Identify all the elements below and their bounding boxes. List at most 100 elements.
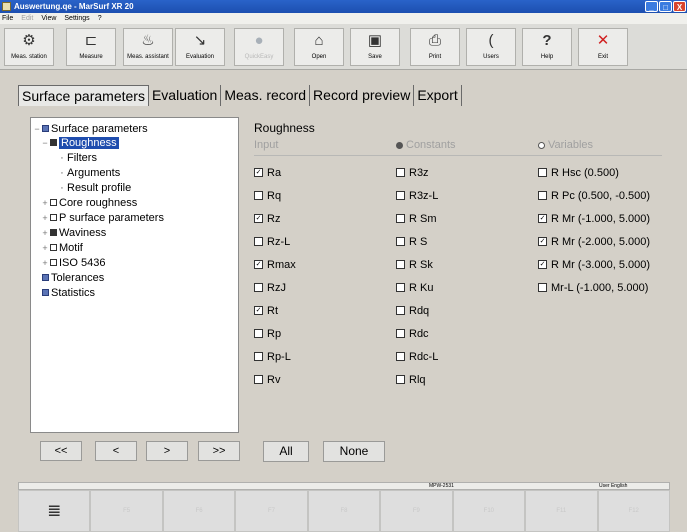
parameter-checkbox[interactable]: ✓ Rmax [254, 259, 296, 271]
menu-view[interactable]: View [41, 13, 56, 24]
fkey-f6[interactable]: F6 [162, 490, 236, 532]
tree-item-tolerances[interactable]: Tolerances [41, 271, 104, 285]
parameter-checkbox[interactable]: R3z-L [396, 190, 438, 202]
next-page-button[interactable]: > [146, 441, 188, 461]
variables-radio[interactable]: Variables [538, 139, 593, 151]
menu-edit[interactable]: Edit [21, 13, 33, 24]
save-button[interactable]: ▣ Save [350, 28, 400, 66]
expand-icon[interactable]: + [41, 241, 49, 255]
last-page-button[interactable]: >> [198, 441, 240, 461]
parameter-checkbox[interactable]: ✓ R Mr (-1.000, 5.000) [538, 213, 650, 225]
measure-button[interactable]: ⊏ Measure [66, 28, 116, 66]
parameter-checkbox[interactable]: R S [396, 236, 427, 248]
parameter-checkbox[interactable]: R Hsc (0.500) [538, 167, 619, 179]
tree-item-arguments[interactable]: · Arguments [57, 166, 120, 180]
close-button[interactable]: X [673, 1, 686, 12]
collapse-icon[interactable]: − [41, 136, 49, 150]
parameter-checkbox[interactable]: Mr-L (-1.000, 5.000) [538, 282, 648, 294]
menu-stack-button[interactable]: ≣ [18, 490, 91, 532]
user-status: User English [599, 483, 628, 489]
parameter-checkbox[interactable]: Rdc-L [396, 351, 438, 363]
fkey-f10[interactable]: F10 [452, 490, 526, 532]
tab-export[interactable]: Export [414, 85, 462, 106]
constants-radio[interactable]: Constants [396, 139, 456, 151]
parameter-checkbox[interactable]: R Sk [396, 259, 433, 271]
select-none-button[interactable]: None [323, 441, 385, 462]
exit-button[interactable]: ✕ Exit [578, 28, 628, 66]
parameter-checkbox[interactable]: RzJ [254, 282, 286, 294]
fkey-f11[interactable]: F11 [525, 490, 598, 532]
roughness-panel: Roughness Input Constants Variables ✓ Ra R… [250, 117, 670, 477]
fkey-f9[interactable]: F9 [380, 490, 453, 532]
expand-icon[interactable]: + [41, 211, 49, 225]
fkey-f8[interactable]: F8 [307, 490, 381, 532]
tab-record-preview[interactable]: Record preview [310, 85, 415, 106]
parameter-checkbox[interactable]: Rdc [396, 328, 429, 340]
toolbar: ⚙ Meas. station ⊏ Measure ♨ Meas. assistant… [0, 24, 687, 70]
parameter-checkbox[interactable]: Rq [254, 190, 281, 202]
parameter-checkbox[interactable]: ✓ Rt [254, 305, 278, 317]
collapse-icon[interactable]: − [33, 122, 41, 136]
checkbox-icon[interactable] [50, 138, 57, 146]
checkbox-icon [396, 305, 405, 315]
checkbox-icon[interactable] [50, 213, 57, 221]
prev-page-button[interactable]: < [95, 441, 137, 461]
tab-meas-record[interactable]: Meas. record [221, 85, 311, 106]
tree-item-iso-5436[interactable]: + ISO 5436 [41, 256, 105, 270]
expand-icon[interactable]: + [41, 256, 49, 270]
minimize-button[interactable]: _ [645, 1, 658, 12]
meas-station-button[interactable]: ⚙ Meas. station [4, 28, 54, 66]
checkbox-icon[interactable] [50, 198, 57, 206]
parameter-checkbox[interactable]: R Sm [396, 213, 437, 225]
parameter-checkbox[interactable]: Rlq [396, 374, 426, 386]
tree-item-surface-parameters[interactable]: − Surface parameters [33, 122, 147, 136]
parameter-checkbox[interactable]: R Ku [396, 282, 433, 294]
tree-item-motif[interactable]: + Motif [41, 241, 82, 255]
maximize-button[interactable]: □ [659, 1, 672, 12]
first-page-button[interactable]: << [40, 441, 82, 461]
tab-surface-parameters[interactable]: Surface parameters [18, 85, 149, 106]
tab-evaluation[interactable]: Evaluation [149, 85, 222, 106]
expand-icon[interactable]: + [41, 226, 49, 240]
select-all-button[interactable]: All [263, 441, 309, 462]
fkey-f12[interactable]: F12 [597, 490, 670, 532]
menu-settings[interactable]: Settings [64, 13, 89, 24]
parameter-checkbox[interactable]: Rdq [396, 305, 429, 317]
tree-item-waviness[interactable]: + Waviness [41, 226, 106, 240]
users-button[interactable]: (Users [466, 28, 516, 66]
parameter-checkbox[interactable]: ✓ R Mr (-3.000, 5.000) [538, 259, 650, 271]
checkbox-icon [538, 167, 547, 177]
fkey-f5[interactable]: F5 [90, 490, 163, 532]
checkbox-icon[interactable] [50, 243, 57, 251]
folder-icon [42, 288, 49, 296]
parameter-checkbox[interactable]: ✓ Rz [254, 213, 280, 225]
checkbox-icon[interactable] [50, 228, 57, 236]
open-button[interactable]: ⌂ Open [294, 28, 344, 66]
parameter-checkbox[interactable]: ✓ R Mr (-2.000, 5.000) [538, 236, 650, 248]
menu-help[interactable]: ? [98, 13, 102, 24]
parameter-checkbox[interactable]: R Pc (0.500, -0.500) [538, 190, 650, 202]
tree-item-roughness[interactable]: − Roughness [41, 136, 119, 150]
help-button[interactable]: ? Help [522, 28, 572, 66]
evaluation-button[interactable]: ↘ Evaluation [175, 28, 225, 66]
parameter-checkbox[interactable]: Rz-L [254, 236, 290, 248]
parameter-checkbox[interactable]: Rv [254, 374, 280, 386]
parameter-label: Rz-L [267, 236, 291, 248]
parameter-checkbox[interactable]: ✓ Ra [254, 167, 281, 179]
parameter-checkbox[interactable]: Rp-L [254, 351, 291, 363]
tree-item-result-profile[interactable]: · Result profile [57, 181, 131, 195]
print-button[interactable]: ⎙ Print [410, 28, 460, 66]
fkey-f7[interactable]: F7 [235, 490, 308, 532]
parameter-checkbox[interactable]: R3z [396, 167, 429, 179]
parameter-checkbox[interactable]: Rp [254, 328, 281, 340]
users-icon: ( [488, 32, 494, 49]
tree-item-p-surface-parameters[interactable]: + P surface parameters [41, 211, 164, 225]
menu-file[interactable]: File [2, 13, 13, 24]
checkbox-icon[interactable] [50, 258, 57, 266]
tree-item-filters[interactable]: · Filters [57, 151, 97, 165]
meas-assistant-button[interactable]: ♨ Meas. assistant [123, 28, 173, 66]
expand-icon[interactable]: + [41, 196, 49, 210]
quickeasy-button[interactable]: ● QuickEasy [234, 28, 284, 66]
tree-item-statistics[interactable]: Statistics [41, 286, 95, 300]
tree-item-core-roughness[interactable]: + Core roughness [41, 196, 137, 210]
